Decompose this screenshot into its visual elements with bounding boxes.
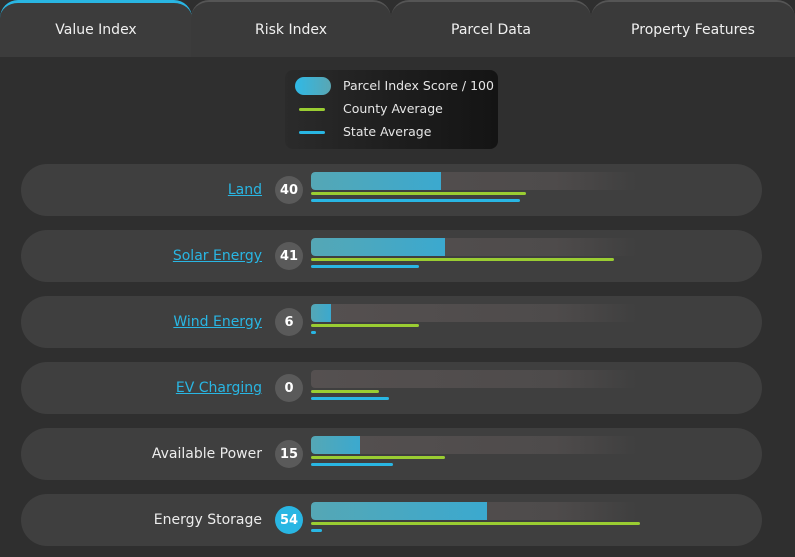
score-badge: 40 — [275, 176, 303, 204]
score-bar-track — [311, 502, 637, 520]
score-bar-fill — [311, 238, 445, 256]
tab-value-index[interactable]: Value Index — [0, 0, 192, 57]
tab-label: Property Features — [631, 21, 755, 38]
legend-item-county: County Average — [285, 100, 498, 120]
score-badge: 0 — [275, 374, 303, 402]
score-badge: 54 — [275, 506, 303, 534]
state-average-line — [311, 265, 419, 268]
score-bar-track — [311, 436, 637, 454]
score-badge: 6 — [275, 308, 303, 336]
county-average-line — [311, 258, 615, 261]
legend-label-county: County Average — [343, 101, 443, 116]
county-average-line — [311, 192, 527, 195]
value-index-panel: Value Index Risk Index Parcel Data Prope… — [0, 0, 795, 557]
score-bar-fill — [311, 502, 488, 520]
county-average-line — [311, 390, 380, 393]
county-average-line — [311, 522, 641, 525]
tab-label: Risk Index — [254, 21, 327, 38]
row-label: Available Power — [151, 446, 262, 462]
index-row: Solar Energy 41 — [21, 230, 762, 282]
county-average-line — [311, 456, 445, 459]
score-badge: 41 — [275, 242, 303, 270]
row-label: Energy Storage — [153, 512, 262, 528]
state-average-line — [311, 463, 393, 466]
score-bar-track — [311, 238, 637, 256]
index-row: EV Charging 0 — [21, 362, 762, 414]
score-bar-track — [311, 304, 637, 322]
score-bar-fill — [311, 172, 442, 190]
score-badge: 15 — [275, 440, 303, 468]
index-row: Energy Storage 54 — [21, 494, 762, 546]
legend-label-score: Parcel Index Score / 100 — [343, 78, 494, 93]
county-average-line — [311, 324, 419, 327]
legend-label-state: State Average — [343, 124, 432, 139]
state-swatch — [299, 131, 325, 134]
row-label-link[interactable]: Solar Energy — [173, 230, 262, 282]
row-label-link[interactable]: Land — [228, 164, 262, 216]
score-bar-fill — [311, 436, 360, 454]
tab-property-features[interactable]: Property Features — [591, 0, 795, 57]
score-bar-fill — [311, 304, 331, 322]
index-row: Wind Energy 6 — [21, 296, 762, 348]
tab-bar: Value Index Risk Index Parcel Data Prope… — [0, 0, 795, 57]
row-label-link[interactable]: EV Charging — [176, 362, 262, 414]
score-swatch — [295, 77, 331, 95]
row-label-link[interactable]: Wind Energy — [173, 296, 262, 348]
state-average-line — [311, 331, 316, 334]
score-bar-track — [311, 370, 637, 388]
score-bar-track — [311, 172, 637, 190]
legend-item-state: State Average — [285, 123, 498, 143]
tab-label: Value Index — [55, 22, 137, 38]
legend-item-score: Parcel Index Score / 100 — [285, 77, 498, 97]
tab-parcel-data[interactable]: Parcel Data — [391, 0, 591, 57]
chart-legend: Parcel Index Score / 100 County Average … — [285, 70, 498, 149]
county-swatch — [299, 108, 325, 111]
tab-label: Parcel Data — [451, 21, 531, 38]
tab-risk-index[interactable]: Risk Index — [191, 0, 391, 57]
index-row: Land 40 — [21, 164, 762, 216]
index-row: Available Power 15 — [21, 428, 762, 480]
state-average-line — [311, 397, 390, 400]
state-average-line — [311, 199, 520, 202]
state-average-line — [311, 529, 323, 532]
